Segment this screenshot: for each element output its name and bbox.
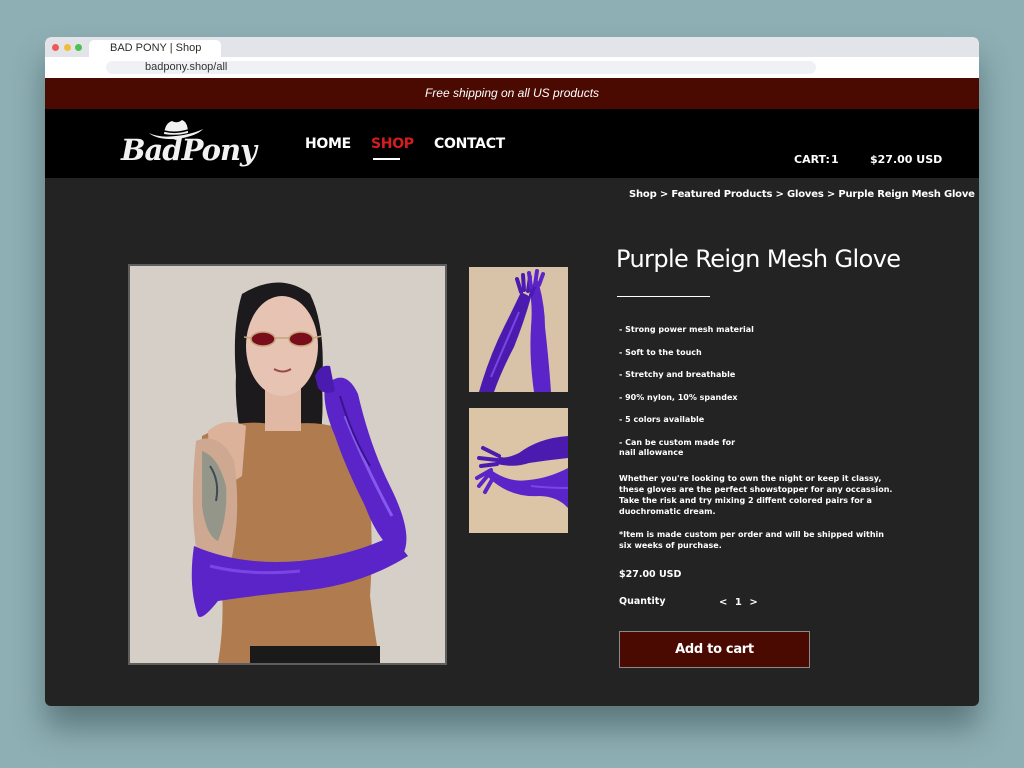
breadcrumb-gloves[interactable]: Gloves [787, 189, 824, 200]
feature-item: - Strong power mesh material [619, 325, 754, 334]
url-field[interactable]: badpony.shop/all [106, 61, 816, 74]
address-bar: badpony.shop/all [45, 57, 979, 78]
breadcrumb-featured-products[interactable]: Featured Products [671, 189, 772, 200]
quantity-decrease-button[interactable]: < [719, 597, 727, 608]
cart-label[interactable]: CART: [794, 153, 830, 166]
product-thumbnail-2[interactable] [469, 408, 568, 533]
breadcrumb-separator: > [659, 189, 669, 200]
quantity-value: 1 [734, 597, 742, 608]
browser-tab-bar: BAD PONY | Shop [45, 37, 979, 57]
maximize-window-button[interactable] [75, 44, 82, 51]
quantity-increase-button[interactable]: > [749, 597, 757, 608]
announcement-bar: Free shipping on all US products [45, 78, 979, 109]
product-price: $27.00 USD [619, 569, 682, 580]
gloves-hands-image [469, 408, 568, 533]
feature-item: - 90% nylon, 10% spandex [619, 392, 738, 402]
quantity-stepper: < 1 > [717, 597, 760, 608]
product-description: Whether you're looking to own the night … [619, 473, 894, 563]
description-paragraph: Whether you're looking to own the night … [619, 474, 893, 516]
nav-home[interactable]: HOME [305, 136, 351, 152]
feature-item: - 5 colors available [619, 415, 705, 424]
product-main-image[interactable] [128, 264, 447, 665]
breadcrumb-current: Purple Reign Mesh Glove [838, 189, 975, 200]
nav-contact[interactable]: CONTACT [434, 136, 505, 152]
breadcrumb-separator: > [826, 189, 836, 200]
breadcrumb-shop[interactable]: Shop [629, 189, 657, 200]
feature-item: - Stretchy and breathable [619, 370, 736, 379]
browser-tab[interactable]: BAD PONY | Shop [89, 40, 221, 57]
cart-total[interactable]: $27.00 USD [870, 153, 942, 166]
minimize-window-button[interactable] [64, 44, 71, 51]
product-thumbnail-1[interactable] [469, 267, 568, 392]
nav-shop[interactable]: SHOP [371, 136, 414, 152]
cart-count[interactable]: 1 [831, 153, 839, 166]
feature-item: - Soft to the touch [619, 347, 702, 357]
breadcrumb: Shop > Featured Products > Gloves > Purp… [629, 189, 975, 200]
browser-window: BAD PONY | Shop badpony.shop/all Free sh… [45, 37, 979, 706]
feature-item: - Can be custom made for nail allowance [619, 437, 736, 457]
description-note: *Item is made custom per order and will … [619, 530, 884, 550]
breadcrumb-separator: > [775, 189, 784, 200]
close-window-button[interactable] [52, 44, 59, 51]
quantity-label: Quantity [619, 596, 666, 607]
title-divider [617, 296, 710, 297]
model-wearing-gloves-image [130, 266, 445, 663]
site-header: BadPony HOME SHOP CONTACT CART: 1 $27.00… [45, 109, 979, 178]
add-to-cart-button[interactable]: Add to cart [619, 631, 810, 668]
product-title: Purple Reign Mesh Glove [616, 245, 901, 273]
gloves-flatlay-image [469, 267, 568, 392]
feature-list: - Strong power mesh material - Soft to t… [619, 325, 819, 470]
nav-active-indicator [373, 158, 400, 160]
badpony-logo[interactable]: BadPony [121, 116, 257, 174]
